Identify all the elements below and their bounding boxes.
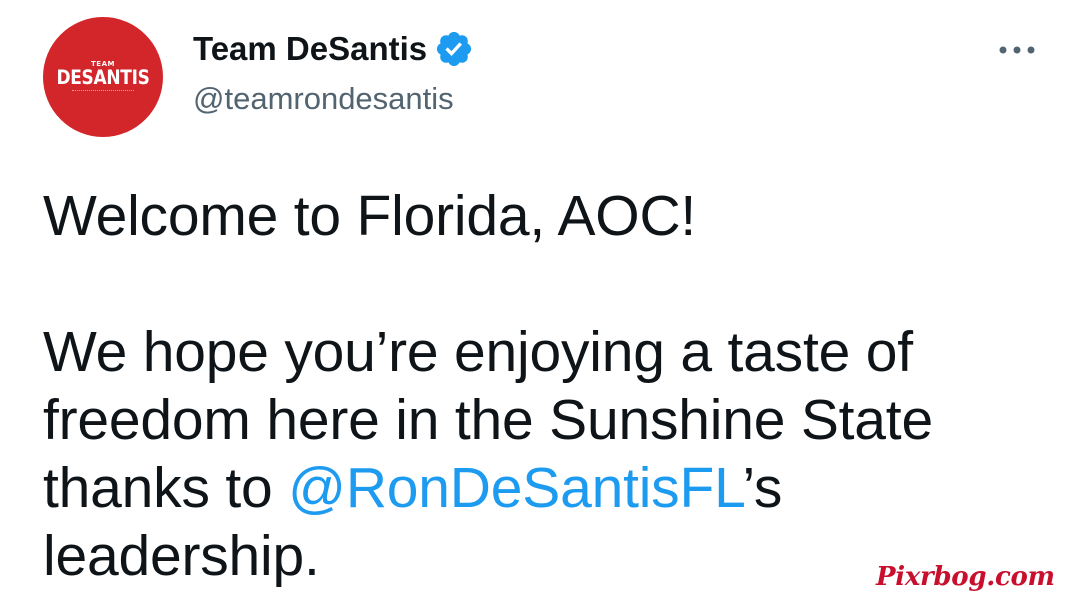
tweet-text-line-with-mention: thanks to @RonDeSantisFL’s bbox=[43, 454, 1053, 522]
more-options-button[interactable] bbox=[993, 30, 1041, 70]
verified-badge-icon bbox=[434, 29, 474, 69]
avatar-logo-tagline bbox=[72, 90, 134, 93]
tweet-text: Welcome to Florida, AOC! We hope you’re … bbox=[43, 182, 1053, 590]
paragraph-break bbox=[43, 250, 1053, 318]
author-handle[interactable]: @teamrondesantis bbox=[193, 78, 454, 120]
watermark: Pixrbog.com bbox=[876, 562, 1055, 592]
more-horizontal-icon bbox=[999, 46, 1035, 54]
mention-link[interactable]: @RonDeSantisFL bbox=[288, 456, 742, 520]
tweet-text-line: freedom here in the Sunshine State bbox=[43, 388, 933, 452]
avatar-logo-main: DESANTIS bbox=[56, 66, 150, 90]
tweet-text-fragment: ’s bbox=[742, 456, 783, 520]
author-display-name[interactable]: Team DeSantis bbox=[193, 27, 427, 71]
author-name-row[interactable]: Team DeSantis bbox=[193, 27, 474, 71]
avatar[interactable]: TEAM DESANTIS bbox=[43, 17, 163, 137]
tweet-text-line: Welcome to Florida, AOC! bbox=[43, 184, 697, 248]
tweet-text-line: We hope you’re enjoying a taste of bbox=[43, 320, 913, 384]
tweet-card: TEAM DESANTIS Team DeSantis @teamrondesa… bbox=[0, 0, 1080, 613]
tweet-text-fragment: thanks to bbox=[43, 456, 289, 520]
